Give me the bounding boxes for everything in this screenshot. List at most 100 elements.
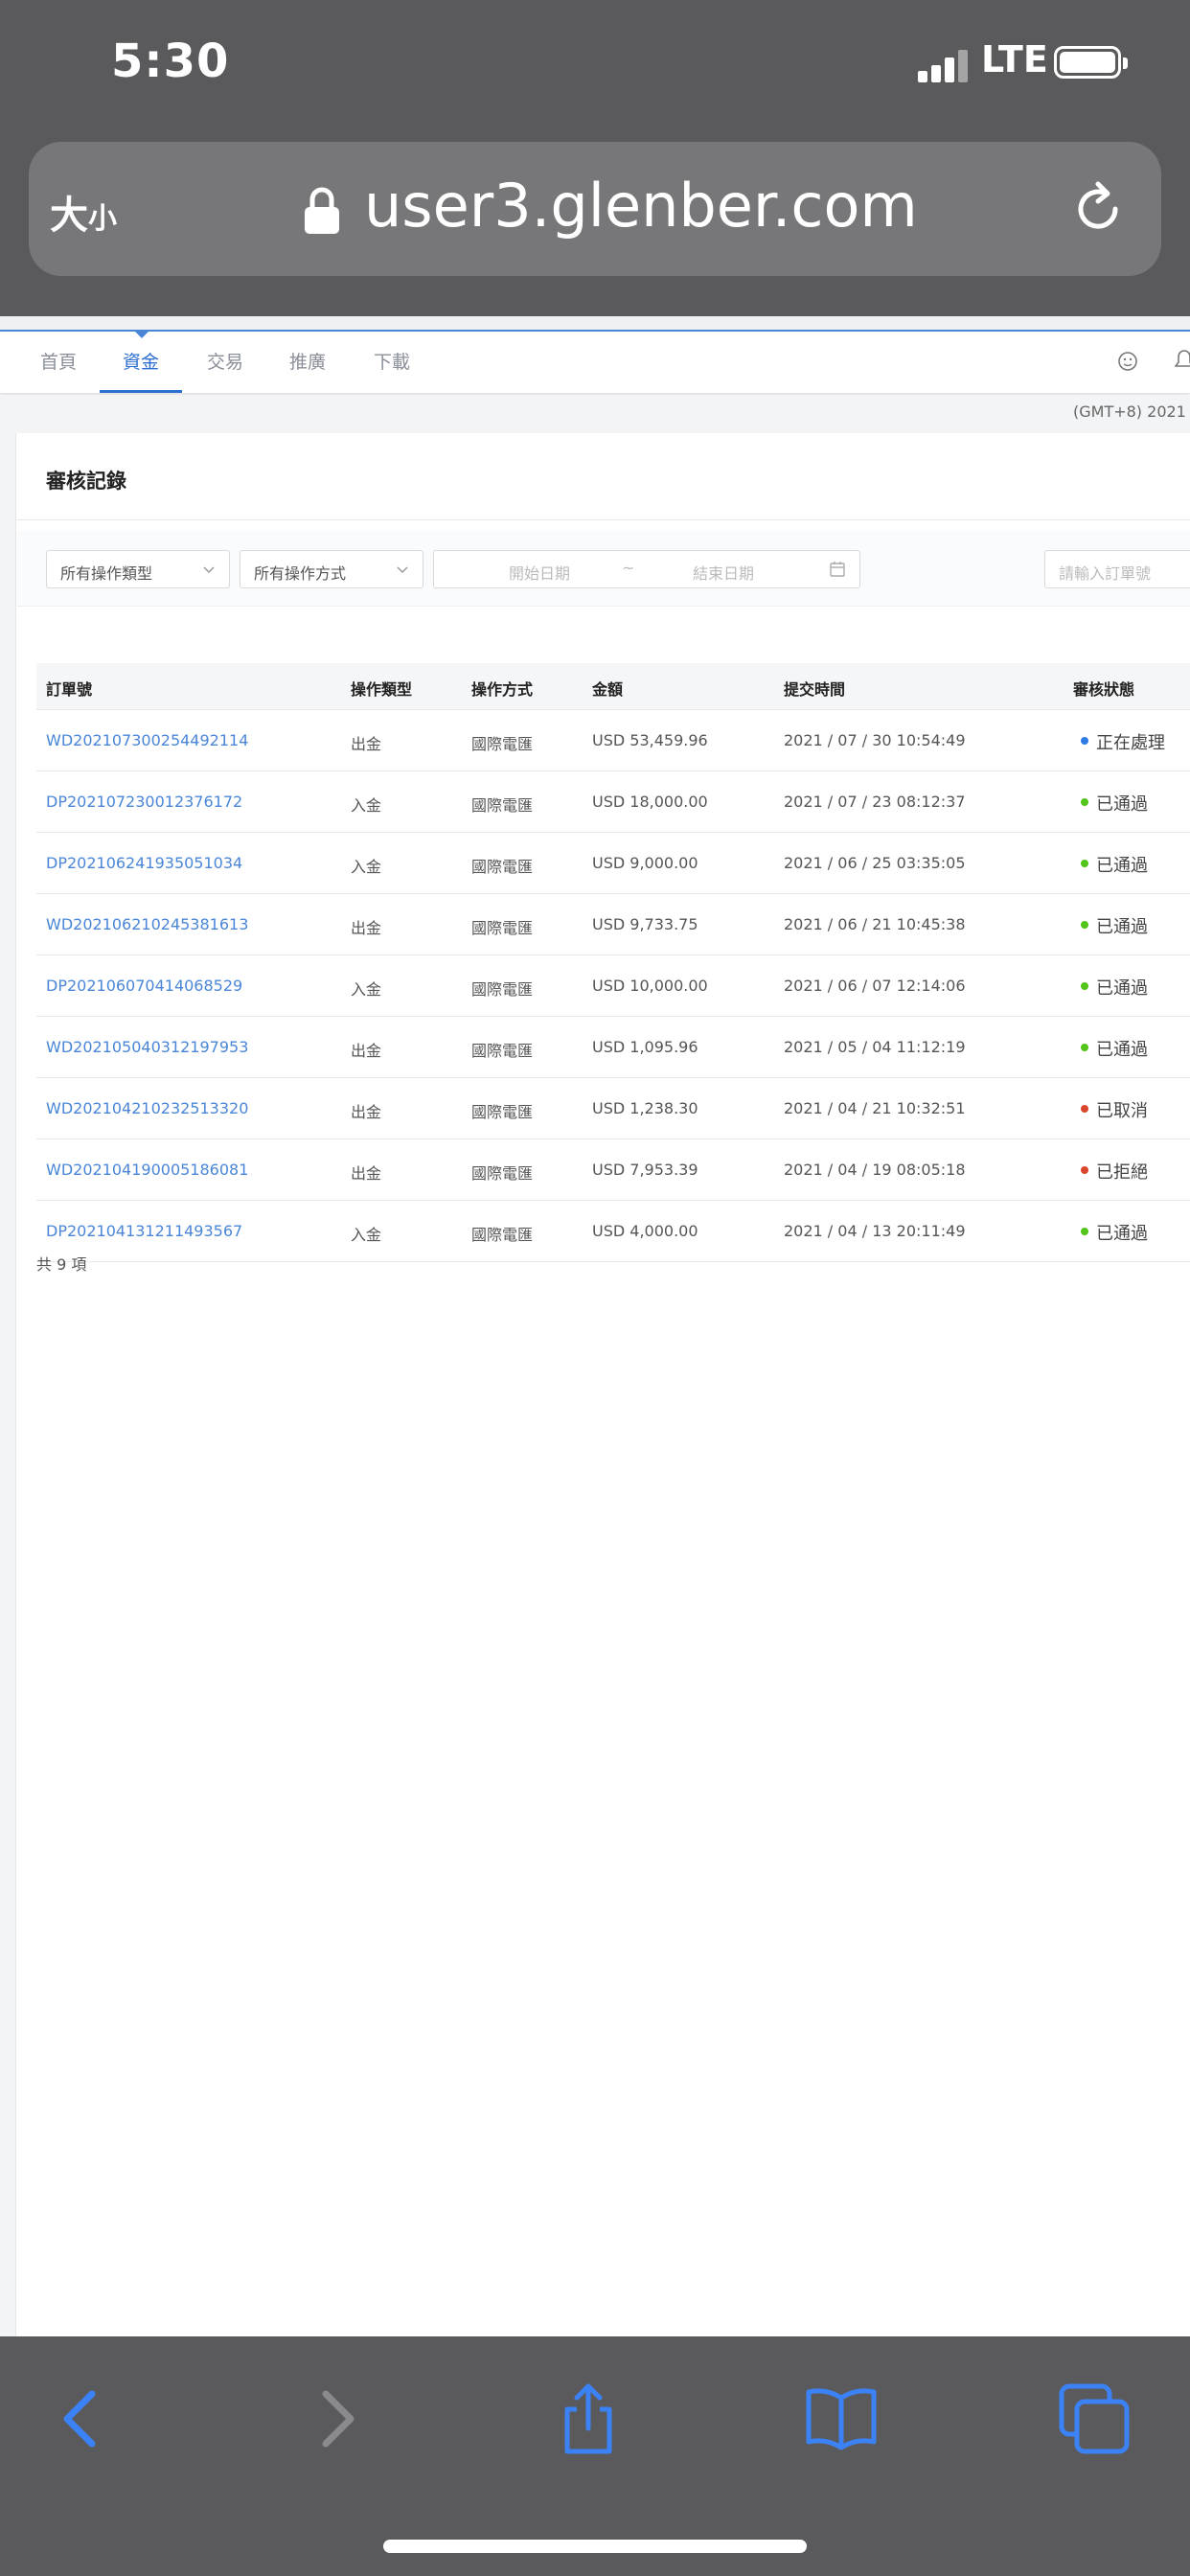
status-dot-icon	[1081, 798, 1088, 806]
table-row: DP202104131211493567 入金 國際電匯 USD 4,000.00 20…	[36, 1201, 1190, 1262]
operation-type: 入金	[351, 1226, 382, 1244]
operation-method: 國際電匯	[471, 796, 534, 815]
operation-type: 出金	[351, 1103, 382, 1121]
status-badge: 已通過	[1096, 794, 1148, 815]
table-body: WD202107300254492114 出金 國際電匯 USD 53,459.96 2…	[36, 710, 1190, 1262]
text-size-button[interactable]: 大小	[50, 184, 117, 240]
status-badge: 正在處理	[1096, 733, 1165, 753]
order-number[interactable]: WD202104210232513320	[46, 1099, 248, 1117]
calendar-icon	[830, 562, 845, 577]
operation-method: 國際電匯	[471, 1226, 534, 1244]
table-row: DP202106070414068529 入金 國際電匯 USD 10,000.00 2…	[36, 955, 1190, 1017]
operation-type: 入金	[351, 796, 382, 815]
date-separator: ~	[622, 559, 635, 577]
status-dot-icon	[1081, 737, 1088, 745]
order-number[interactable]: DP202104131211493567	[46, 1222, 242, 1240]
operation-type: 入金	[351, 858, 382, 876]
timezone-clock: (GMT+8) 2021 /	[1073, 402, 1190, 421]
table-row: DP202107230012376172 入金 國際電匯 USD 18,000.00 2…	[36, 771, 1190, 833]
status-dot-icon	[1081, 1228, 1088, 1235]
order-search-input[interactable]: 請輸入訂單號	[1044, 550, 1190, 588]
status-bar: 5:30 LTE	[0, 0, 1190, 134]
submit-time: 2021 / 06 / 25 03:35:05	[784, 854, 966, 872]
total-count: 共 9 項	[36, 1255, 87, 1274]
operation-type-select[interactable]: 所有操作類型	[46, 550, 230, 588]
status-dot-icon	[1081, 1166, 1088, 1174]
status-dot-icon	[1081, 1044, 1088, 1051]
tab-download[interactable]: 下載	[374, 332, 410, 393]
tab-funds[interactable]: 資金	[100, 332, 182, 393]
operation-type: 出金	[351, 919, 382, 937]
amount: USD 10,000.00	[592, 977, 708, 995]
amount: USD 4,000.00	[592, 1222, 698, 1240]
tab-trading[interactable]: 交易	[207, 332, 243, 393]
amount: USD 7,953.39	[592, 1161, 698, 1179]
back-icon[interactable]	[44, 2380, 121, 2457]
status-badge: 已通過	[1096, 978, 1148, 999]
order-number[interactable]: DP202106241935051034	[46, 854, 242, 872]
header-status: 審核狀態	[1073, 680, 1135, 699]
status-badge: 已通過	[1096, 917, 1148, 937]
submit-time: 2021 / 05 / 04 11:12:19	[784, 1038, 966, 1056]
page-title: 審核記錄	[46, 470, 126, 493]
order-number[interactable]: WD202107300254492114	[46, 731, 248, 749]
submit-time: 2021 / 04 / 19 08:05:18	[784, 1161, 966, 1179]
status-time: 5:30	[111, 34, 230, 88]
operation-method: 國際電匯	[471, 735, 534, 753]
status-badge: 已通過	[1096, 1040, 1148, 1060]
lock-icon	[305, 187, 339, 234]
operation-type: 入金	[351, 980, 382, 999]
chevron-down-icon	[203, 566, 215, 574]
cellular-signal-icon	[918, 48, 972, 82]
tab-home[interactable]: 首頁	[40, 332, 77, 393]
order-number[interactable]: DP202106070414068529	[46, 977, 242, 995]
bell-icon[interactable]	[1175, 349, 1190, 372]
operation-method: 國際電匯	[471, 1042, 534, 1060]
operation-method: 國際電匯	[471, 1164, 534, 1183]
forward-icon[interactable]	[297, 2380, 374, 2457]
amount: USD 1,238.30	[592, 1099, 698, 1117]
table-row: WD202107300254492114 出金 國際電匯 USD 53,459.96 2…	[36, 710, 1190, 771]
date-range-picker[interactable]: 開始日期 ~ 結束日期	[433, 550, 860, 588]
text-size-big: 大	[50, 194, 88, 238]
operation-method: 國際電匯	[471, 858, 534, 876]
operation-method: 國際電匯	[471, 1103, 534, 1121]
status-dot-icon	[1081, 860, 1088, 867]
share-icon[interactable]	[550, 2380, 627, 2457]
filter-bar: 所有操作類型 所有操作方式 開始日期 ~ 結束日期 請輸入訂單號	[17, 531, 1190, 607]
end-date-input[interactable]: 結束日期	[693, 561, 754, 584]
bookmarks-icon[interactable]	[803, 2380, 880, 2457]
status-badge: 已取消	[1096, 1101, 1148, 1121]
header-type: 操作類型	[351, 680, 413, 699]
table-row: DP202106241935051034 入金 國際電匯 USD 9,000.00 20…	[36, 833, 1190, 894]
submit-time: 2021 / 04 / 21 10:32:51	[784, 1099, 966, 1117]
table-row: WD202105040312197953 出金 國際電匯 USD 1,095.96 20…	[36, 1017, 1190, 1078]
header-order: 訂單號	[46, 680, 93, 699]
amount: USD 18,000.00	[592, 793, 708, 811]
operation-method: 國際電匯	[471, 980, 534, 999]
reload-icon[interactable]	[1073, 180, 1127, 238]
order-number[interactable]: WD202104190005186081	[46, 1161, 248, 1179]
order-number[interactable]: DP202107230012376172	[46, 793, 242, 811]
tabs-icon[interactable]	[1056, 2380, 1133, 2457]
address-bar[interactable]: 大小 user3.glenber.com	[29, 142, 1161, 276]
submit-time: 2021 / 06 / 07 12:14:06	[784, 977, 966, 995]
battery-icon	[1054, 46, 1128, 79]
table-row: WD202106210245381613 出金 國際電匯 USD 9,733.75 20…	[36, 894, 1190, 955]
operation-method: 國際電匯	[471, 919, 534, 937]
start-date-input[interactable]: 開始日期	[509, 561, 570, 584]
search-placeholder: 請輸入訂單號	[1059, 564, 1152, 583]
operation-method-value: 所有操作方式	[254, 564, 347, 583]
order-number[interactable]: WD202106210245381613	[46, 915, 248, 933]
operation-type: 出金	[351, 1164, 382, 1183]
order-number[interactable]: WD202105040312197953	[46, 1038, 248, 1056]
smiley-icon[interactable]	[1117, 351, 1138, 372]
review-table: 訂單號 操作類型 操作方式 金額 提交時間 審核狀態 WD20210730025…	[36, 663, 1190, 1262]
operation-method-select[interactable]: 所有操作方式	[240, 550, 423, 588]
text-size-small: 小	[88, 202, 117, 236]
operation-type: 出金	[351, 1042, 382, 1060]
tab-promotion[interactable]: 推廣	[289, 332, 326, 393]
table-header: 訂單號 操作類型 操作方式 金額 提交時間 審核狀態	[36, 663, 1190, 710]
status-dot-icon	[1081, 921, 1088, 929]
url-domain[interactable]: user3.glenber.com	[364, 171, 918, 241]
